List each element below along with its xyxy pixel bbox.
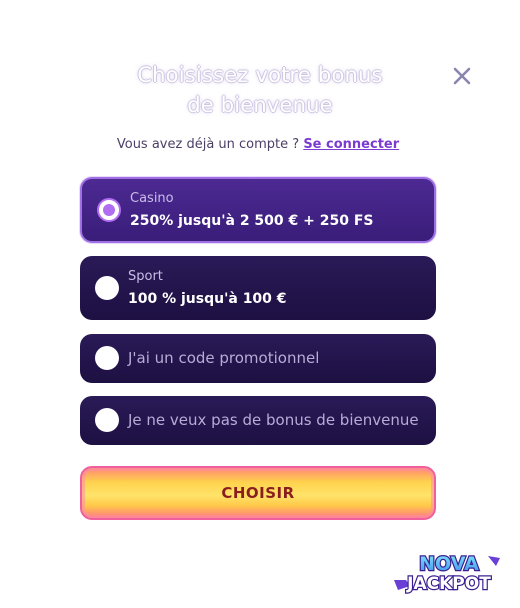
login-link[interactable]: Se connecter [303, 137, 399, 152]
choose-button[interactable]: CHOISIR [80, 466, 436, 520]
bonus-option-sport[interactable]: Sport 100 % jusqu'à 100 € [80, 256, 436, 320]
close-button[interactable] [450, 64, 474, 88]
close-icon [453, 67, 471, 85]
radio-sport[interactable] [95, 276, 119, 300]
nova-jackpot-logo: NOVA JACKPOT [388, 550, 510, 596]
nova-jackpot-logo-graphic: NOVA JACKPOT [394, 552, 500, 595]
radio-casino[interactable] [97, 198, 121, 222]
bonus-option-promo-code[interactable]: J'ai un code promotionnel [80, 334, 436, 383]
account-prompt-line: Vous avez déjà un compte ? Se connecter [0, 137, 516, 152]
account-prompt-text: Vous avez déjà un compte ? [116, 137, 300, 152]
bonus-option-casino[interactable]: Casino 250% jusqu'à 2 500 € + 250 FS [80, 177, 436, 243]
option-label-sport: Sport [128, 269, 163, 284]
logo-word-jackpot: JACKPOT [406, 574, 491, 594]
radio-promo-code[interactable] [95, 346, 119, 370]
option-text-no-bonus: Je ne veux pas de bonus de bienvenue [128, 411, 419, 429]
modal-title: Choisissez votre bonus de bienvenue [100, 60, 420, 120]
option-value-sport: 100 % jusqu'à 100 € [128, 291, 287, 307]
bonus-option-no-bonus[interactable]: Je ne veux pas de bonus de bienvenue [80, 396, 436, 445]
modal-title-line-1: Choisissez votre bonus [137, 63, 383, 87]
option-label-casino: Casino [130, 191, 174, 206]
option-value-casino: 250% jusqu'à 2 500 € + 250 FS [130, 213, 374, 229]
modal-title-line-2: de bienvenue [187, 93, 333, 117]
radio-no-bonus[interactable] [95, 408, 119, 432]
logo-word-nova: NOVA [419, 553, 479, 575]
option-text-promo-code: J'ai un code promotionnel [128, 349, 320, 367]
